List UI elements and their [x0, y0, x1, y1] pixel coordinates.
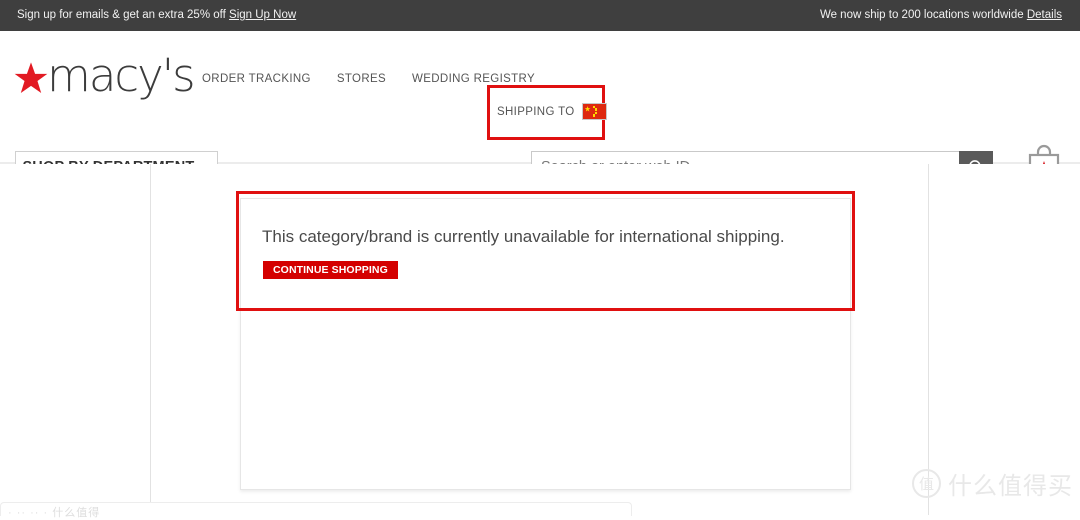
nav-item-order-tracking[interactable]: ORDER TRACKING [202, 73, 311, 85]
smzdm-watermark: 值 什么值得买 [912, 466, 1073, 501]
shipping-to-label: SHIPPING TO [497, 105, 575, 118]
flag-small-star-2 [594, 108, 598, 111]
nav-item-wedding-registry[interactable]: WEDDING REGISTRY [412, 73, 535, 85]
nav-item-stores[interactable]: STORES [337, 73, 386, 85]
logo-wordmark: macy's [47, 49, 196, 102]
watermark-text: 什么值得买 [948, 472, 1073, 500]
message-highlight-annotation [236, 191, 855, 311]
promo-bar: Sign up for emails & get an extra 25% of… [0, 0, 1080, 31]
shipping-details-link[interactable]: Details [1027, 9, 1062, 21]
china-flag-icon [581, 103, 607, 120]
flag-small-star-4 [592, 114, 596, 117]
promo-right-message: We now ship to 200 locations worldwide D… [820, 9, 1062, 21]
layout-divider-right [928, 164, 929, 515]
shipping-to-selector[interactable]: SHIPPING TO [497, 103, 607, 120]
layout-divider-left [150, 164, 151, 515]
page-content: This category/brand is currently unavail… [0, 164, 1080, 519]
macys-logo[interactable]: macy's [14, 52, 196, 104]
flag-big-star [584, 106, 591, 112]
promo-right-text: We now ship to 200 locations worldwide [819, 9, 1027, 21]
promo-left-message: Sign up for emails & get an extra 25% of… [17, 9, 296, 21]
promo-left-text: Sign up for emails & get an extra 25% of… [17, 9, 230, 21]
watermark-logo-icon: 值 [912, 469, 941, 498]
site-header: macy's ORDER TRACKING STORES WEDDING REG… [0, 31, 1080, 184]
sign-up-now-link[interactable]: Sign Up Now [229, 9, 296, 21]
bottom-faint-text: · ·· ·· · 什么值得 [8, 507, 101, 519]
star-icon [14, 62, 48, 93]
header-nav: ORDER TRACKING STORES WEDDING REGISTRY [202, 73, 535, 85]
